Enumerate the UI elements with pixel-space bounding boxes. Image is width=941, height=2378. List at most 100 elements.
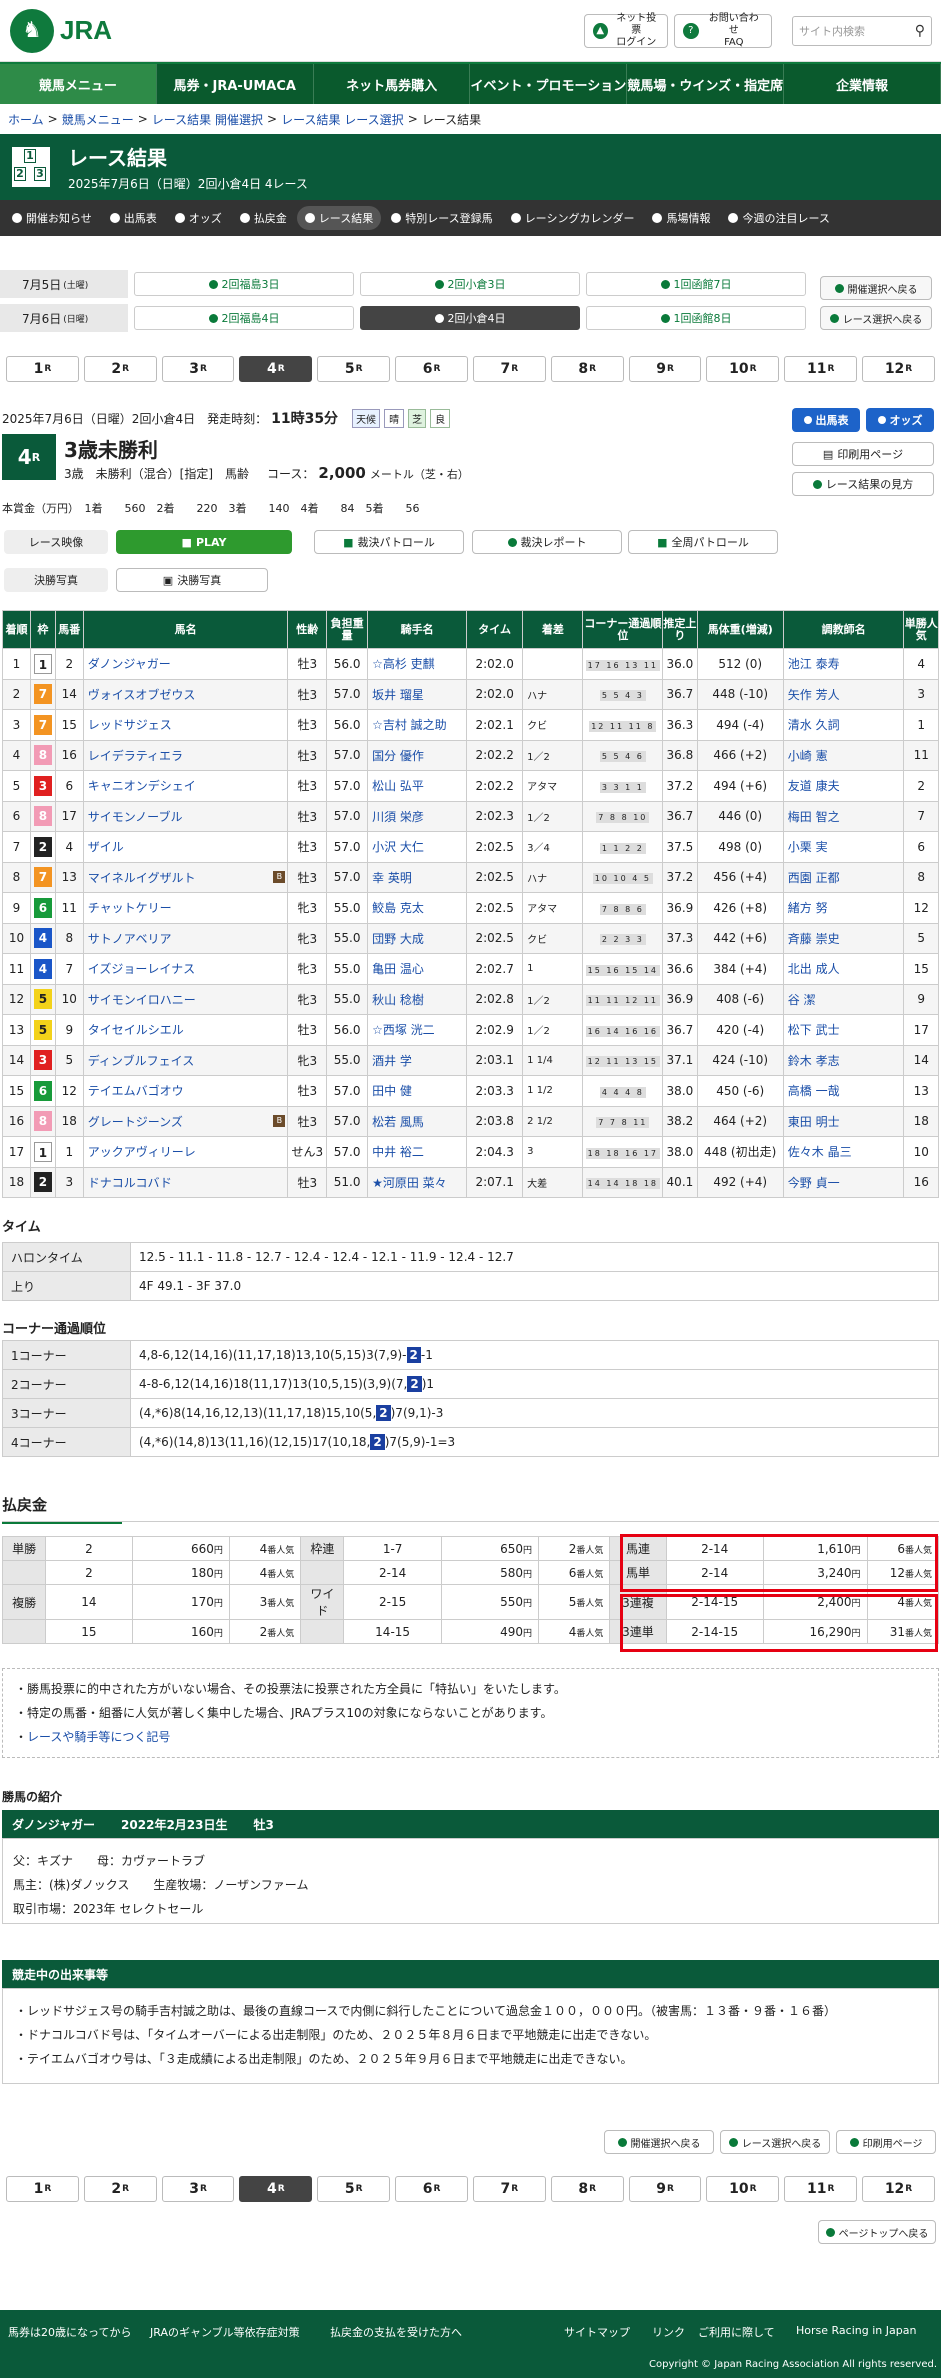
link-cell[interactable]: 中井 裕二 bbox=[367, 1136, 468, 1168]
link-cell[interactable]: 秋山 稔樹 bbox=[367, 983, 468, 1015]
horse-name-link[interactable]: レッドサジェス bbox=[88, 718, 172, 732]
meeting-button[interactable]: 1回函館7日 bbox=[586, 272, 806, 296]
link-cell[interactable]: チャットケリー bbox=[82, 892, 289, 924]
jockey-link[interactable]: ☆高杉 吏麒 bbox=[372, 657, 435, 671]
full-patrol-button[interactable]: ■ 全周パトロール bbox=[628, 530, 778, 554]
horse-name-link[interactable]: サトノアベリア bbox=[88, 932, 172, 946]
net-vote-login-button[interactable]: ▲ ネット投票 ログイン bbox=[584, 13, 668, 48]
back-to-meeting-button[interactable]: 開催選択へ戻る bbox=[820, 276, 932, 300]
footer-link[interactable]: 払戻金の支払を受けた方へ bbox=[330, 2324, 462, 2340]
trainer-link[interactable]: 松下 武士 bbox=[788, 1023, 840, 1037]
trainer-link[interactable]: 今野 貞一 bbox=[788, 1176, 840, 1190]
trainer-link[interactable]: 佐々木 晶三 bbox=[788, 1145, 852, 1159]
photo-button[interactable]: ▣ 決勝写真 bbox=[116, 568, 268, 592]
gnav-item[interactable]: イベント・プロモーション bbox=[470, 64, 628, 104]
horse-name-link[interactable]: サイモンノーブル bbox=[88, 810, 183, 824]
breadcrumb-link[interactable]: ホーム bbox=[8, 111, 44, 128]
print-button[interactable]: 印刷用ページ bbox=[836, 2130, 936, 2154]
gnav-item[interactable]: 競馬メニュー bbox=[0, 64, 157, 104]
trainer-link[interactable]: 梅田 智之 bbox=[788, 810, 840, 824]
race-tab[interactable]: 12 R bbox=[862, 2176, 935, 2202]
back-to-race-button[interactable]: レース選択へ戻る bbox=[820, 306, 932, 330]
race-tab[interactable]: 11 R bbox=[784, 356, 858, 382]
footer-link[interactable]: 馬券は20歳になってから bbox=[8, 2324, 131, 2340]
link-cell[interactable]: グレートジーンズ B bbox=[82, 1105, 289, 1137]
trainer-link[interactable]: 小崎 憲 bbox=[788, 749, 828, 763]
link-cell[interactable]: イズジョーレイナス bbox=[82, 953, 289, 985]
patrol-button[interactable]: ■ 裁決パトロール bbox=[314, 530, 464, 554]
race-tab[interactable]: 10 R bbox=[706, 2176, 780, 2202]
race-tab[interactable]: 5R bbox=[317, 356, 391, 382]
link-cell[interactable]: 亀田 温心 bbox=[367, 953, 468, 985]
link-cell[interactable]: タイセイルシエル bbox=[82, 1014, 289, 1046]
race-tab[interactable]: 2R bbox=[83, 2176, 157, 2202]
faq-button[interactable]: ? お問い合わせ FAQ bbox=[674, 13, 772, 48]
race-tab[interactable]: 6R bbox=[395, 2176, 468, 2202]
race-tab[interactable]: 6R bbox=[395, 356, 468, 382]
meeting-button[interactable]: 2回福島3日 bbox=[134, 272, 354, 296]
link-cell[interactable]: 坂井 瑠星 bbox=[367, 678, 468, 710]
race-tab[interactable]: 11 R bbox=[784, 2176, 858, 2202]
link-cell[interactable]: ザイル bbox=[82, 831, 289, 863]
horse-name-link[interactable]: ドナコルコバド bbox=[88, 1176, 172, 1190]
howto-button[interactable]: レース結果の見方 bbox=[792, 472, 934, 496]
horse-name-link[interactable]: テイエムバゴオウ bbox=[88, 1084, 184, 1098]
link-cell[interactable]: ★河原田 菜々 bbox=[367, 1166, 468, 1198]
back-to-meeting-button[interactable]: 開催選択へ戻る bbox=[604, 2130, 714, 2154]
footer-link[interactable]: リンク bbox=[652, 2324, 685, 2340]
race-tab[interactable]: 5R bbox=[317, 2176, 391, 2202]
subnav-item[interactable]: 出馬表 bbox=[102, 206, 165, 230]
horse-name-link[interactable]: ディンブルフェイス bbox=[88, 1054, 194, 1068]
jockey-link[interactable]: 酒井 学 bbox=[372, 1054, 412, 1068]
link-cell[interactable]: ディンブルフェイス bbox=[82, 1044, 289, 1076]
site-search-input[interactable]: サイト内検索 ⚲ bbox=[792, 16, 932, 46]
jockey-link[interactable]: ★河原田 菜々 bbox=[372, 1176, 447, 1190]
link-cell[interactable]: 西園 正都 bbox=[782, 861, 905, 893]
link-cell[interactable]: 高橋 一哉 bbox=[782, 1075, 905, 1107]
subnav-item-active[interactable]: レース結果 bbox=[296, 206, 382, 230]
horse-name-link[interactable]: サイモンイロハニー bbox=[88, 993, 196, 1007]
link-cell[interactable]: 田中 健 bbox=[367, 1075, 468, 1107]
gnav-item[interactable]: 企業情報 bbox=[784, 64, 941, 104]
link-cell[interactable]: マイネルイグザルト B bbox=[82, 861, 289, 893]
link-cell[interactable]: ヴォイスオブゼウス bbox=[82, 678, 289, 710]
jockey-link[interactable]: 中井 裕二 bbox=[372, 1145, 424, 1159]
jockey-link[interactable]: 幸 英明 bbox=[372, 871, 412, 885]
entries-button[interactable]: 出馬表 bbox=[792, 408, 860, 432]
jockey-link[interactable]: 坂井 瑠星 bbox=[372, 688, 424, 702]
trainer-link[interactable]: 清水 久詞 bbox=[788, 718, 840, 732]
trainer-link[interactable]: 西園 正都 bbox=[788, 871, 840, 885]
horse-name-link[interactable]: マイネルイグザルト bbox=[88, 871, 196, 885]
link-cell[interactable]: キャニオンデシェイ bbox=[82, 770, 289, 802]
race-tab[interactable]: 10 R bbox=[706, 356, 780, 382]
subnav-item[interactable]: 開催お知らせ bbox=[4, 206, 100, 230]
gnav-item[interactable]: ネット馬券購入 bbox=[314, 64, 471, 104]
trainer-link[interactable]: 東田 明士 bbox=[788, 1115, 840, 1129]
report-button[interactable]: 裁決レポート bbox=[472, 530, 622, 554]
jockey-link[interactable]: 亀田 温心 bbox=[372, 962, 424, 976]
link-cell[interactable]: 緒方 努 bbox=[782, 892, 905, 924]
meeting-button-active[interactable]: 2回小倉4日 bbox=[360, 306, 580, 330]
race-tab[interactable]: 3R bbox=[161, 2176, 235, 2202]
link-cell[interactable]: レッドサジェス bbox=[82, 709, 289, 741]
odds-button[interactable]: オッズ bbox=[866, 408, 934, 432]
horse-name-link[interactable]: ザイル bbox=[88, 840, 124, 854]
link-cell[interactable]: 今野 貞一 bbox=[782, 1166, 905, 1198]
link-cell[interactable]: 団野 大成 bbox=[367, 922, 468, 954]
link-cell[interactable]: 清水 久詞 bbox=[782, 709, 905, 741]
link-cell[interactable]: 友道 康夫 bbox=[782, 770, 905, 802]
jockey-link[interactable]: 田中 健 bbox=[372, 1084, 412, 1098]
breadcrumb-link[interactable]: レース結果 レース選択 bbox=[281, 111, 404, 128]
link-cell[interactable]: 谷 潔 bbox=[782, 983, 905, 1015]
gnav-item[interactable]: 競馬場・ウインズ・指定席 bbox=[627, 64, 785, 104]
horse-name-link[interactable]: チャットケリー bbox=[88, 901, 172, 915]
link-cell[interactable]: ダノンジャガー bbox=[82, 648, 289, 680]
footer-link[interactable]: Horse Racing in Japan bbox=[796, 2324, 916, 2337]
page-top-button[interactable]: ページトップへ戻る bbox=[818, 2220, 936, 2244]
subnav-item[interactable]: 払戻金 bbox=[232, 206, 295, 230]
link-cell[interactable]: 松若 風馬 bbox=[367, 1105, 468, 1137]
jockey-link[interactable]: 松山 弘平 bbox=[372, 779, 424, 793]
link-cell[interactable]: 梅田 智之 bbox=[782, 800, 905, 832]
link-cell[interactable]: ☆吉村 誠之助 bbox=[367, 709, 468, 741]
footer-link[interactable]: JRAのギャンブル等依存症対策 bbox=[150, 2324, 300, 2340]
